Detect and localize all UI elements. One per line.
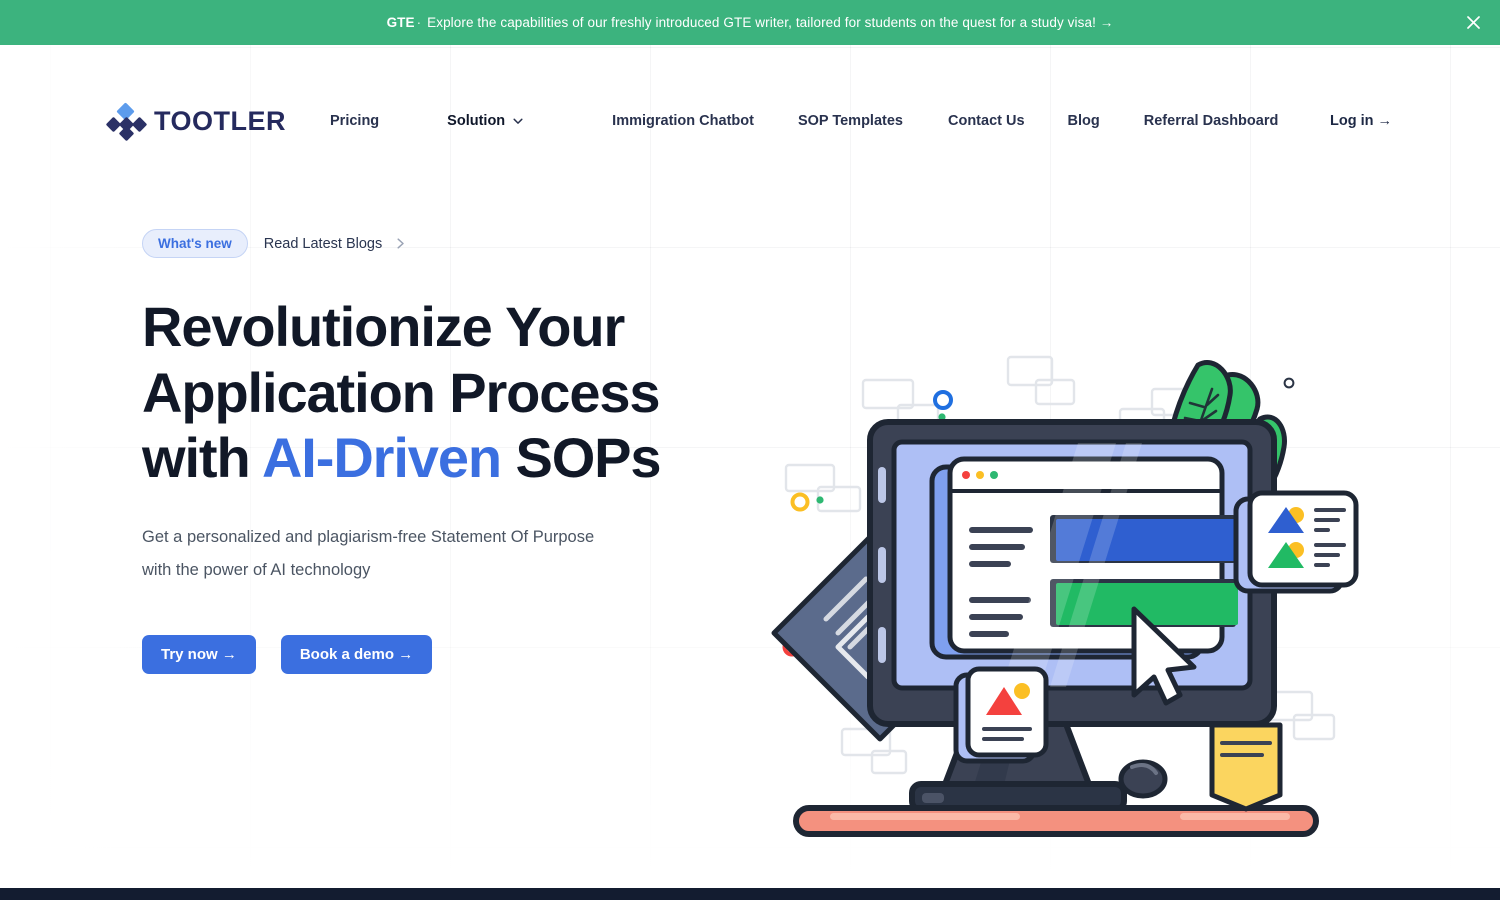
nav-item-referral-dashboard-label: Referral Dashboard <box>1143 113 1279 129</box>
chevron-down-icon <box>512 115 524 127</box>
brand-name: TOOTLER <box>154 105 287 136</box>
tootler-diamond-logo-icon <box>105 101 148 141</box>
nav-item-contact-us[interactable]: Contact Us <box>948 103 1025 139</box>
main-navigation: Pricing Solution Immigration Chatbot SOP… <box>330 103 1278 139</box>
floating-card-bottom <box>953 666 1049 764</box>
monitor-bezel-highlights <box>878 467 886 663</box>
nav-item-contact-us-label: Contact Us <box>948 113 1025 129</box>
nav-item-blog-label: Blog <box>1067 113 1100 129</box>
nav-item-solution[interactable]: Solution <box>447 103 524 139</box>
book-a-demo-button[interactable]: Book a demo → <box>280 634 433 674</box>
hero-title-line-3-post: SOPs <box>501 426 661 490</box>
hero-actions: Try now → Book a demo → <box>142 634 702 674</box>
announcement-text: GTE · Explore the capabilities of our fre… <box>387 15 1114 30</box>
nav-item-solution-label: Solution <box>447 113 506 129</box>
announcement-message: Explore the capabilities of our freshly … <box>427 15 1114 30</box>
try-now-button[interactable]: Try now → <box>142 634 256 674</box>
hero-illustration <box>760 347 1360 900</box>
hero-eyebrow: What's new Read Latest Blogs <box>142 229 702 258</box>
nav-item-pricing-label: Pricing <box>330 113 380 129</box>
hero-title-accent: AI-Driven <box>261 426 502 490</box>
read-latest-blogs-label: Read Latest Blogs <box>263 235 383 252</box>
read-latest-blogs-link[interactable]: Read Latest Blogs <box>264 236 407 252</box>
hero-section: What's new Read Latest Blogs Revolutioni… <box>0 197 1500 837</box>
nav-item-referral-dashboard[interactable]: Referral Dashboard <box>1144 103 1279 139</box>
hero-title-line-3-pre: with <box>142 426 262 490</box>
brand-logo[interactable]: TOOTLER <box>105 101 287 141</box>
nav-item-blog[interactable]: Blog <box>1068 103 1100 139</box>
hero-copy: What's new Read Latest Blogs Revolutioni… <box>142 197 702 674</box>
announcement-separator: · <box>416 15 422 30</box>
sticky-note <box>1209 722 1283 812</box>
nav-item-immigration-chatbot[interactable]: Immigration Chatbot <box>612 103 754 139</box>
nav-item-pricing[interactable]: Pricing <box>330 103 379 139</box>
announcement-lead: GTE <box>386 15 415 30</box>
floating-card-right <box>1233 490 1359 594</box>
close-icon[interactable] <box>1460 10 1486 36</box>
hero-title-line-2: Application Process <box>142 360 661 424</box>
page-title: Revolutionize Your Application Process w… <box>142 294 702 491</box>
login-button[interactable]: Log in → <box>1330 113 1392 129</box>
hero-subtitle: Get a personalized and plagiarism-free S… <box>142 527 595 579</box>
footer-strip <box>0 888 1500 900</box>
announcement-banner: GTE · Explore the capabilities of our fre… <box>0 0 1500 45</box>
page-canvas: TOOTLER Pricing Solution Immigration Cha… <box>0 45 1500 900</box>
whats-new-badge[interactable]: What's new <box>142 229 248 258</box>
chevron-right-icon <box>395 237 406 250</box>
site-header: TOOTLER Pricing Solution Immigration Cha… <box>0 45 1500 197</box>
nav-item-immigration-chatbot-label: Immigration Chatbot <box>612 113 754 129</box>
nav-item-sop-templates-label: SOP Templates <box>797 113 903 129</box>
header-actions: Log in → <box>1330 113 1456 129</box>
hero-title-line-1: Revolutionize Your <box>142 295 625 358</box>
nav-item-sop-templates[interactable]: SOP Templates <box>798 103 903 139</box>
